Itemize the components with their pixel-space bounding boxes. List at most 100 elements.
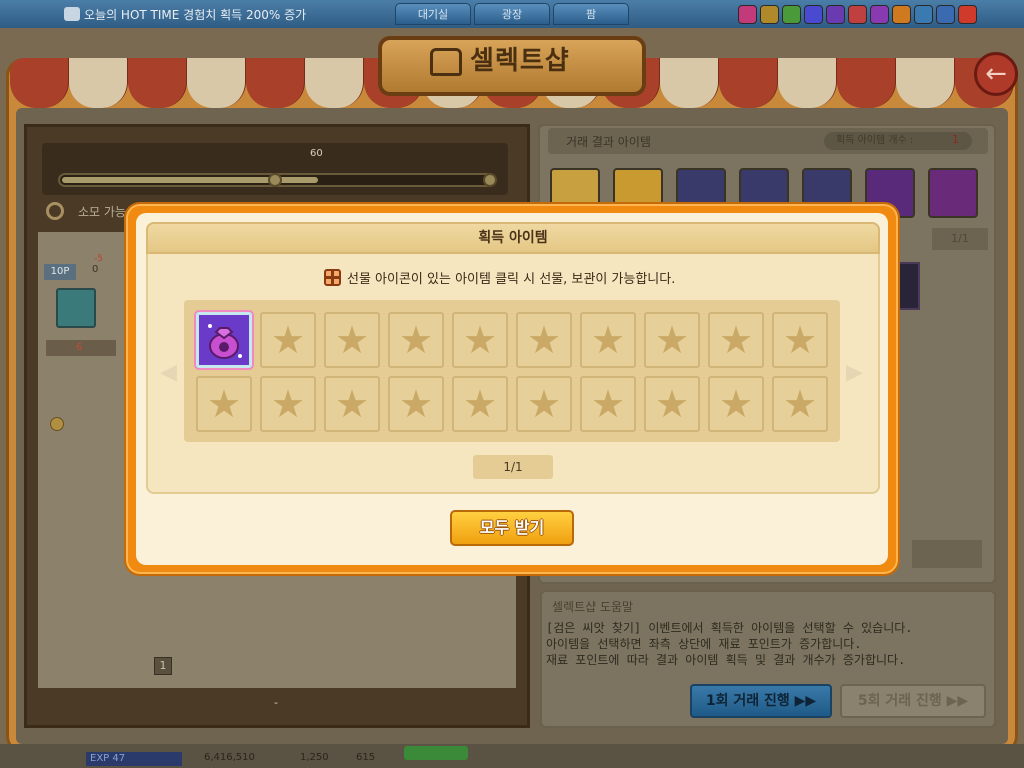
star-placeholder-icon: ★ [590, 318, 626, 362]
trade-once-button[interactable]: 1회 거래 진행 ▶▶ [690, 684, 832, 718]
star-placeholder-icon: ★ [718, 382, 754, 426]
help-title: 셀렉트샵 도움말 [552, 600, 634, 614]
help-text: [검은 씨앗 찾기] 이벤트에서 획득한 아이템을 선택할 수 있습니다. 아이… [546, 621, 913, 667]
star-placeholder-icon: ★ [206, 382, 242, 426]
result-pager [912, 540, 982, 568]
result-count-value: 1 [952, 133, 959, 146]
slider-value: 60 [310, 148, 323, 159]
star-placeholder-icon: ★ [398, 382, 434, 426]
shop-icon [430, 48, 462, 76]
coin-icon [50, 417, 64, 431]
awning-stripe [718, 58, 778, 108]
toolbar-icon-2[interactable] [760, 5, 779, 24]
awning-stripe [659, 58, 719, 108]
item-slot-empty: ★ [324, 312, 380, 368]
star-placeholder-icon: ★ [654, 382, 690, 426]
modal-page-indicator: 1/1 [473, 455, 553, 479]
item-slot-empty: ★ [708, 376, 764, 432]
item-slot-empty: ★ [388, 312, 444, 368]
toolbar-icon-11[interactable] [958, 5, 977, 24]
points-value: 0 [92, 264, 99, 275]
item-slot-empty: ★ [516, 312, 572, 368]
star-placeholder-icon: ★ [654, 318, 690, 362]
slider-knob[interactable] [268, 173, 282, 187]
toolbar-icon-10[interactable] [936, 5, 955, 24]
star-placeholder-icon: ★ [590, 382, 626, 426]
toolbar-icon-9[interactable] [914, 5, 933, 24]
awning-stripe [895, 58, 955, 108]
toolbar-icon-7[interactable] [870, 5, 889, 24]
item-slot-filled[interactable] [196, 312, 252, 368]
awning-stripe [305, 58, 365, 108]
star-placeholder-icon: ★ [526, 382, 562, 426]
item-slot-empty: ★ [772, 376, 828, 432]
item-slot-empty: ★ [644, 312, 700, 368]
awning-stripe [187, 58, 247, 108]
hot-time-notice: 오늘의 HOT TIME 경험치 획득 200% 증가 [64, 6, 306, 23]
prev-page-arrow-icon[interactable]: ◀ [160, 360, 177, 385]
awning-stripe [836, 58, 896, 108]
page-title: 셀렉트샵 [470, 46, 570, 76]
item-slot-empty: ★ [260, 376, 316, 432]
star-placeholder-icon: ★ [334, 318, 370, 362]
cash-value: 1,250 [300, 752, 329, 763]
material-item[interactable]: 10P 0 6 [44, 264, 116, 431]
tab-plaza[interactable]: 광장 [474, 3, 550, 25]
star-placeholder-icon: ★ [462, 318, 498, 362]
item-slot-empty: ★ [196, 376, 252, 432]
trade-five-button[interactable]: 5회 거래 진행 ▶▶ [840, 684, 986, 718]
item-slot-empty: ★ [260, 312, 316, 368]
star-placeholder-icon: ★ [718, 318, 754, 362]
item-slot-empty: ★ [388, 376, 444, 432]
search-icon [46, 202, 64, 220]
star-placeholder-icon: ★ [782, 382, 818, 426]
item-slot-empty: ★ [516, 376, 572, 432]
toolbar-icon-3[interactable] [782, 5, 801, 24]
bell-icon [64, 7, 80, 21]
toolbar-icon-4[interactable] [804, 5, 823, 24]
points-badge: 10P [44, 264, 76, 280]
item-slot-empty: ★ [772, 312, 828, 368]
item-count: 6 [46, 340, 116, 431]
star-placeholder-icon: ★ [270, 382, 306, 426]
gift-icon [324, 269, 341, 286]
next-page-arrow-icon[interactable]: ▶ [846, 360, 863, 385]
star-placeholder-icon: ★ [782, 318, 818, 362]
item-slot-empty: ★ [580, 312, 636, 368]
gift-notice: 선물 아이콘이 있는 아이템 클릭 시 선물, 보관이 가능합니다. [324, 268, 675, 287]
toolbar-icon-6[interactable] [848, 5, 867, 24]
item-slot-empty: ★ [708, 312, 764, 368]
star-placeholder-icon: ★ [334, 382, 370, 426]
result-page: 1/1 [932, 228, 988, 250]
slider-max-knob [483, 173, 497, 187]
tab-lobby[interactable]: 대기실 [395, 3, 471, 25]
top-icon-tray [738, 5, 977, 24]
item-slot-empty: ★ [644, 376, 700, 432]
money-value: 6,416,510 [204, 752, 255, 763]
star-placeholder-icon: ★ [462, 382, 498, 426]
book-icon [56, 288, 96, 328]
modal-title: 획득 아이템 [146, 222, 880, 254]
awning-stripe [69, 58, 129, 108]
toolbar-icon-8[interactable] [892, 5, 911, 24]
footer-dash: - [274, 696, 278, 709]
result-title: 거래 결과 아이템 [566, 135, 651, 149]
material-slider-box [42, 143, 508, 195]
material-delta: -5 [94, 254, 103, 264]
item-slot-empty: ★ [452, 376, 508, 432]
toolbar-icon-1[interactable] [738, 5, 757, 24]
point-value: 615 [356, 752, 376, 763]
star-placeholder-icon: ★ [526, 318, 562, 362]
page-number[interactable]: 1 [154, 657, 172, 675]
item-slot-empty: ★ [452, 312, 508, 368]
star-placeholder-icon: ★ [398, 318, 434, 362]
toolbar-icon-5[interactable] [826, 5, 845, 24]
star-placeholder-icon: ★ [270, 318, 306, 362]
back-arrow-icon[interactable]: ← [974, 52, 1018, 96]
result-item-slot[interactable] [928, 168, 978, 218]
exp-bar: EXP 47 [86, 752, 182, 766]
item-slot-empty: ★ [580, 376, 636, 432]
tab-farm[interactable]: 팜 [553, 3, 629, 25]
receive-all-button[interactable]: 모두 받기 [450, 510, 574, 546]
awning-stripe [246, 58, 306, 108]
